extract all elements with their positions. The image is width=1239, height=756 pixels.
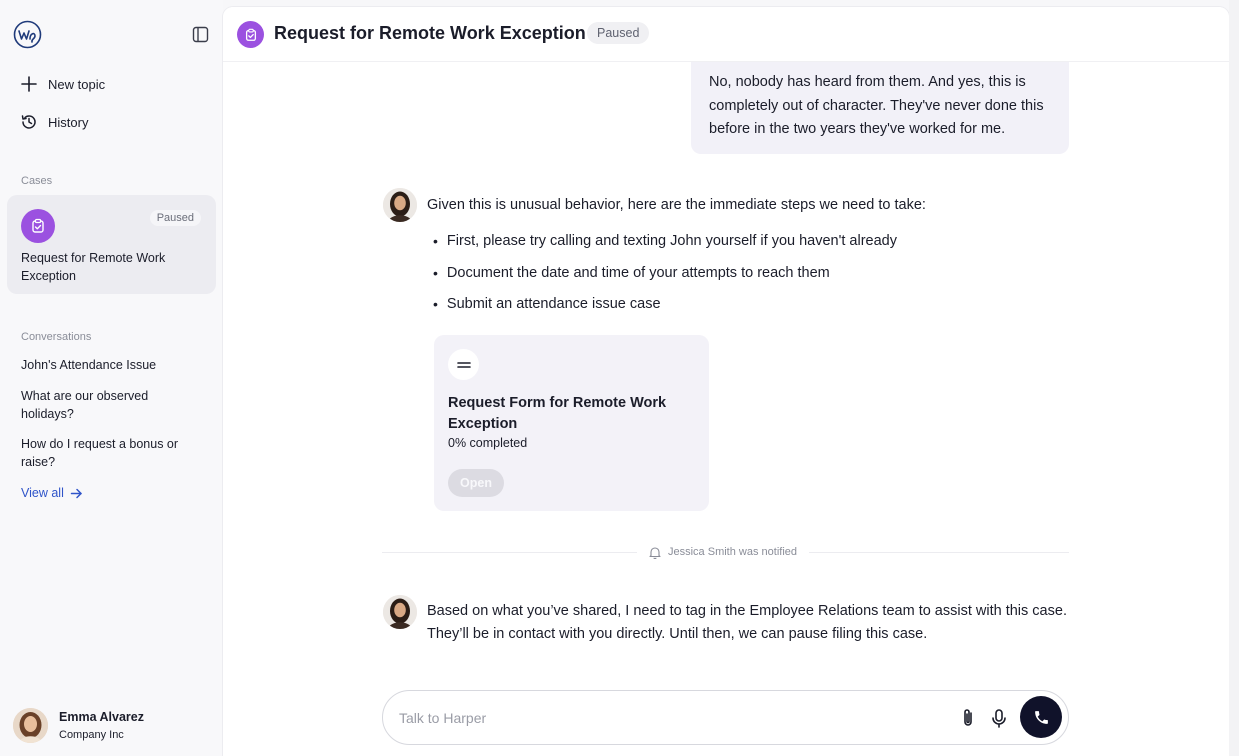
- chat-panel: Request for Remote Work Exception Paused…: [223, 7, 1229, 756]
- case-clipboard-icon: [237, 21, 264, 48]
- sidebar: New topic History Cases Paused Request f…: [0, 0, 223, 756]
- user-name: Emma Alvarez: [59, 710, 144, 724]
- request-form-card: Request Form for Remote Work Exception 0…: [434, 335, 709, 511]
- list-item: Document the date and time of your attem…: [433, 262, 897, 294]
- window-edge: [1229, 0, 1239, 756]
- message-input[interactable]: [399, 706, 919, 730]
- assistant-avatar: [383, 595, 417, 629]
- harper-logo-icon[interactable]: [13, 20, 42, 49]
- chat-header: Request for Remote Work Exception Paused: [223, 7, 1229, 62]
- list-item-text: Document the date and time of your attem…: [446, 264, 830, 281]
- list-item: First, please try calling and texting Jo…: [433, 230, 897, 262]
- open-form-button[interactable]: Open: [448, 469, 504, 497]
- case-card-remote-work[interactable]: Paused Request for Remote Work Exception: [7, 195, 216, 294]
- message-composer: [382, 690, 1069, 745]
- assistant-avatar: [383, 188, 417, 222]
- user-message-text: No, nobody has heard from them. And yes,…: [709, 74, 1044, 137]
- sidebar-toggle-icon[interactable]: [192, 26, 209, 43]
- view-all-label: View all: [21, 486, 64, 500]
- paperclip-icon[interactable]: [957, 707, 979, 729]
- arrow-right-icon: [70, 488, 82, 498]
- call-button[interactable]: [1020, 696, 1062, 738]
- user-message-bubble: No, nobody has heard from them. And yes,…: [691, 57, 1069, 154]
- conversation-item-attendance[interactable]: John's Attendance Issue: [21, 357, 196, 375]
- form-lines-icon: [448, 349, 479, 380]
- view-all-link[interactable]: View all: [21, 486, 83, 500]
- cases-section-label: Cases: [21, 175, 53, 187]
- history-icon: [21, 115, 36, 129]
- form-title: Request Form for Remote Work Exception: [448, 395, 667, 432]
- phone-icon: [1034, 710, 1048, 724]
- microphone-icon[interactable]: [988, 707, 1010, 729]
- steps-list: First, please try calling and texting Jo…: [433, 230, 897, 325]
- plus-icon: [21, 76, 37, 92]
- list-item-text: Submit an attendance issue case: [446, 296, 661, 312]
- page-title: Request for Remote Work Exception: [274, 23, 586, 43]
- assistant-message-final: Based on what you’ve shared, I need to t…: [427, 603, 1067, 642]
- case-title: Request for Remote Work Exception: [21, 251, 166, 283]
- notification-banner: Jessica Smith was notified: [637, 543, 809, 561]
- history-button[interactable]: History: [20, 111, 88, 133]
- assistant-message-intro: Given this is unusual behavior, here are…: [427, 197, 926, 213]
- bell-icon: [649, 546, 661, 559]
- form-progress: 0% completed: [448, 436, 528, 450]
- conversations-section-label: Conversations: [21, 331, 92, 343]
- new-topic-label: New topic: [48, 76, 106, 92]
- user-profile[interactable]: Emma Alvarez Company Inc: [13, 708, 144, 743]
- list-item-text: First, please try calling and texting Jo…: [446, 233, 897, 249]
- history-label: History: [48, 114, 89, 130]
- new-topic-button[interactable]: New topic: [20, 73, 105, 95]
- status-badge: Paused: [587, 22, 650, 44]
- list-item: Submit an attendance issue case: [433, 293, 897, 325]
- case-clipboard-icon: [21, 209, 55, 243]
- user-company: Company Inc: [59, 729, 124, 741]
- user-avatar: [13, 708, 48, 743]
- case-status-badge: Paused: [149, 210, 201, 226]
- conversation-item-holidays[interactable]: What are our observed holidays?: [21, 388, 196, 423]
- conversation-item-bonus[interactable]: How do I request a bonus or raise?: [21, 436, 196, 471]
- notification-text: Jessica Smith was notified: [668, 546, 797, 558]
